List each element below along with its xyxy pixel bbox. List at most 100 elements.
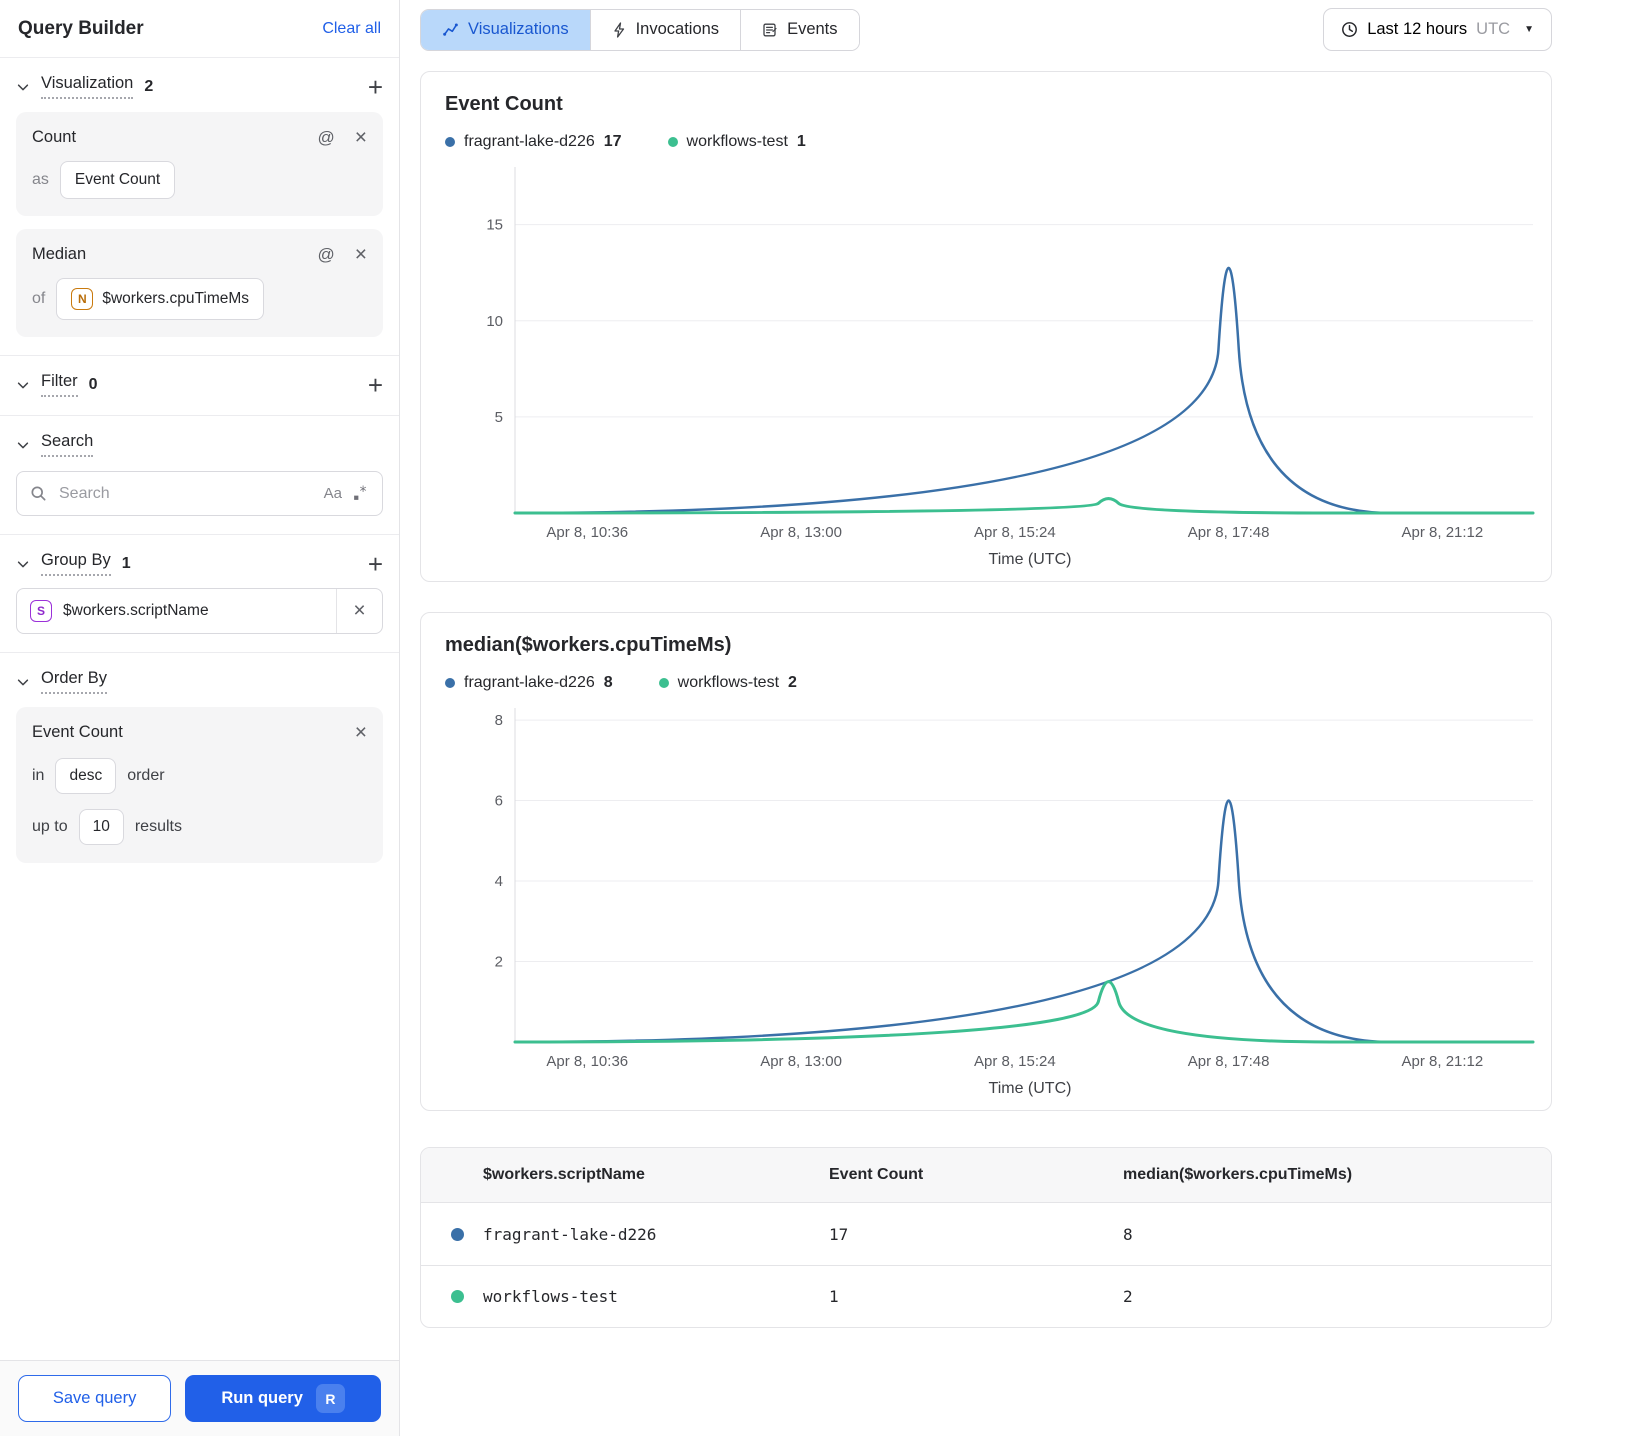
count-card-title: Count <box>32 128 77 146</box>
alias-icon[interactable]: @ <box>317 245 334 265</box>
median-card-title: Median <box>32 245 87 263</box>
order-by-section-label: Order By <box>41 669 108 694</box>
series-dot <box>451 1290 464 1303</box>
chevron-down-icon[interactable] <box>16 378 30 392</box>
svg-text:Apr 8, 17:48: Apr 8, 17:48 <box>1188 524 1270 541</box>
group-by-count: 1 <box>121 554 131 572</box>
median-field-select[interactable]: N $workers.cpuTimeMs <box>56 278 265 320</box>
legend-item[interactable]: workflows-test 1 <box>667 133 806 151</box>
query-builder-sidebar: Query Builder Clear all Visualization 2 … <box>0 0 400 1436</box>
tab-visualizations-label: Visualizations <box>468 20 569 38</box>
view-tabs: Visualizations Invocations Events <box>420 8 860 51</box>
time-range-select[interactable]: Last 12 hours UTC ▼ <box>1323 8 1552 51</box>
remove-median-icon[interactable]: × <box>355 244 367 265</box>
tab-events[interactable]: Events <box>740 9 859 50</box>
count-alias-input[interactable]: Event Count <box>59 161 176 199</box>
group-by-item[interactable]: S $workers.scriptName × <box>16 588 383 634</box>
add-group-by-button[interactable]: + <box>368 551 383 577</box>
group-by-section: Group By 1 + S $workers.scriptName × <box>0 535 399 652</box>
svg-text:Apr 8, 17:48: Apr 8, 17:48 <box>1188 1053 1270 1070</box>
clear-all-button[interactable]: Clear all <box>322 20 381 38</box>
svg-text:Apr 8, 15:24: Apr 8, 15:24 <box>974 524 1056 541</box>
event-count-chart-card: Event Count fragrant-lake-d226 17 workfl… <box>420 71 1552 582</box>
legend-series-value: 17 <box>603 133 622 150</box>
svg-text:15: 15 <box>486 217 503 234</box>
match-case-icon[interactable]: Aa <box>324 485 342 502</box>
save-query-button[interactable]: Save query <box>18 1375 172 1422</box>
group-by-field: $workers.scriptName <box>63 602 209 619</box>
chevron-down-icon[interactable] <box>16 675 30 689</box>
run-query-button[interactable]: Run query R <box>185 1375 381 1422</box>
clock-icon <box>1341 21 1358 38</box>
tab-invocations-label: Invocations <box>635 20 720 38</box>
tab-invocations[interactable]: Invocations <box>589 9 741 50</box>
legend-item[interactable]: fragrant-lake-d226 8 <box>445 674 613 692</box>
order-by-card: Event Count × in desc order up to 10 res… <box>16 707 383 863</box>
svg-text:2: 2 <box>495 954 503 971</box>
series-dot <box>445 678 455 688</box>
visualization-count: 2 <box>144 77 154 95</box>
event-count-line-chart[interactable]: 5 10 15 Apr 8, 10:36 Apr 8, 13:00 Apr 8, 15:2… <box>445 159 1539 547</box>
remove-group-by-icon[interactable]: × <box>336 589 382 633</box>
legend-series-name: workflows-test <box>686 133 788 150</box>
cell-median: 2 <box>1123 1287 1133 1306</box>
time-range-label: Last 12 hours <box>1367 20 1468 38</box>
svg-text:4: 4 <box>495 873 503 890</box>
up-to-label: up to <box>32 818 68 835</box>
as-label: as <box>32 171 49 188</box>
median-cpu-line-chart[interactable]: 2 4 6 8 Apr 8, 10:36 Apr 8, 13:00 Apr 8, 15:24… <box>445 700 1539 1076</box>
legend-item[interactable]: fragrant-lake-d226 17 <box>445 133 622 151</box>
run-query-shortcut-badge: R <box>315 1384 345 1413</box>
median-field-value: $workers.cpuTimeMs <box>102 290 250 307</box>
order-direction-select[interactable]: desc <box>55 758 117 794</box>
regex-icon[interactable]: * <box>352 485 369 502</box>
add-visualization-button[interactable]: + <box>368 74 383 100</box>
svg-text:Apr 8, 10:36: Apr 8, 10:36 <box>546 524 628 541</box>
column-median: median($workers.cpuTimeMs) <box>1123 1166 1353 1183</box>
column-event-count: Event Count <box>829 1166 924 1183</box>
cell-median: 8 <box>1123 1224 1133 1244</box>
group-by-section-label: Group By <box>41 551 111 576</box>
chart-title: median($workers.cpuTimeMs) <box>445 634 732 656</box>
visualization-section: Visualization 2 + Count @ × as Event Cou… <box>0 58 399 355</box>
svg-text:6: 6 <box>495 793 503 810</box>
svg-text:Apr 8, 10:36: Apr 8, 10:36 <box>546 1053 628 1070</box>
chevron-down-icon[interactable] <box>16 438 30 452</box>
median-visualization-card: Median @ × of N $workers.cpuTimeMs <box>16 229 383 337</box>
line-chart-icon <box>442 21 459 38</box>
chevron-down-icon[interactable] <box>16 557 30 571</box>
cell-script-name: fragrant-lake-d226 <box>483 1224 657 1244</box>
numeric-type-icon: N <box>71 288 94 310</box>
tab-visualizations[interactable]: Visualizations <box>421 9 590 50</box>
series-dot <box>451 1227 464 1241</box>
chart-title: Event Count <box>445 93 563 115</box>
table-row[interactable]: workflows-test 1 2 <box>421 1265 1551 1327</box>
filter-count: 0 <box>88 375 98 393</box>
chart-legend: fragrant-lake-d226 17 workflows-test 1 <box>445 133 1551 151</box>
search-box: Aa * <box>16 471 383 516</box>
series-dot <box>658 678 669 688</box>
filter-section: Filter 0 + <box>0 356 399 415</box>
legend-series-value: 2 <box>788 674 797 691</box>
add-filter-button[interactable]: + <box>368 372 383 398</box>
limit-input[interactable]: 10 <box>78 809 124 845</box>
remove-order-by-icon[interactable]: × <box>355 722 367 743</box>
lightning-icon <box>612 21 627 38</box>
search-input[interactable] <box>57 483 314 504</box>
run-query-label: Run query <box>221 1389 303 1407</box>
in-label: in <box>32 767 45 784</box>
timezone-label: UTC <box>1476 20 1511 38</box>
alias-icon[interactable]: @ <box>317 128 334 148</box>
search-section: Search Aa * <box>0 416 399 534</box>
legend-item[interactable]: workflows-test 2 <box>658 674 797 692</box>
chevron-down-icon[interactable] <box>16 80 30 94</box>
svg-text:Apr 8, 13:00: Apr 8, 13:00 <box>760 524 842 541</box>
legend-series-name: fragrant-lake-d226 <box>464 674 595 691</box>
search-section-label: Search <box>41 432 94 457</box>
x-axis-title: Time (UTC) <box>988 551 1072 568</box>
svg-text:10: 10 <box>486 313 503 330</box>
remove-count-icon[interactable]: × <box>355 127 367 148</box>
main-content: Visualizations Invocations Events Last 1… <box>400 0 1640 1436</box>
string-type-icon: S <box>30 600 52 622</box>
table-row[interactable]: fragrant-lake-d226 17 8 <box>421 1203 1551 1265</box>
